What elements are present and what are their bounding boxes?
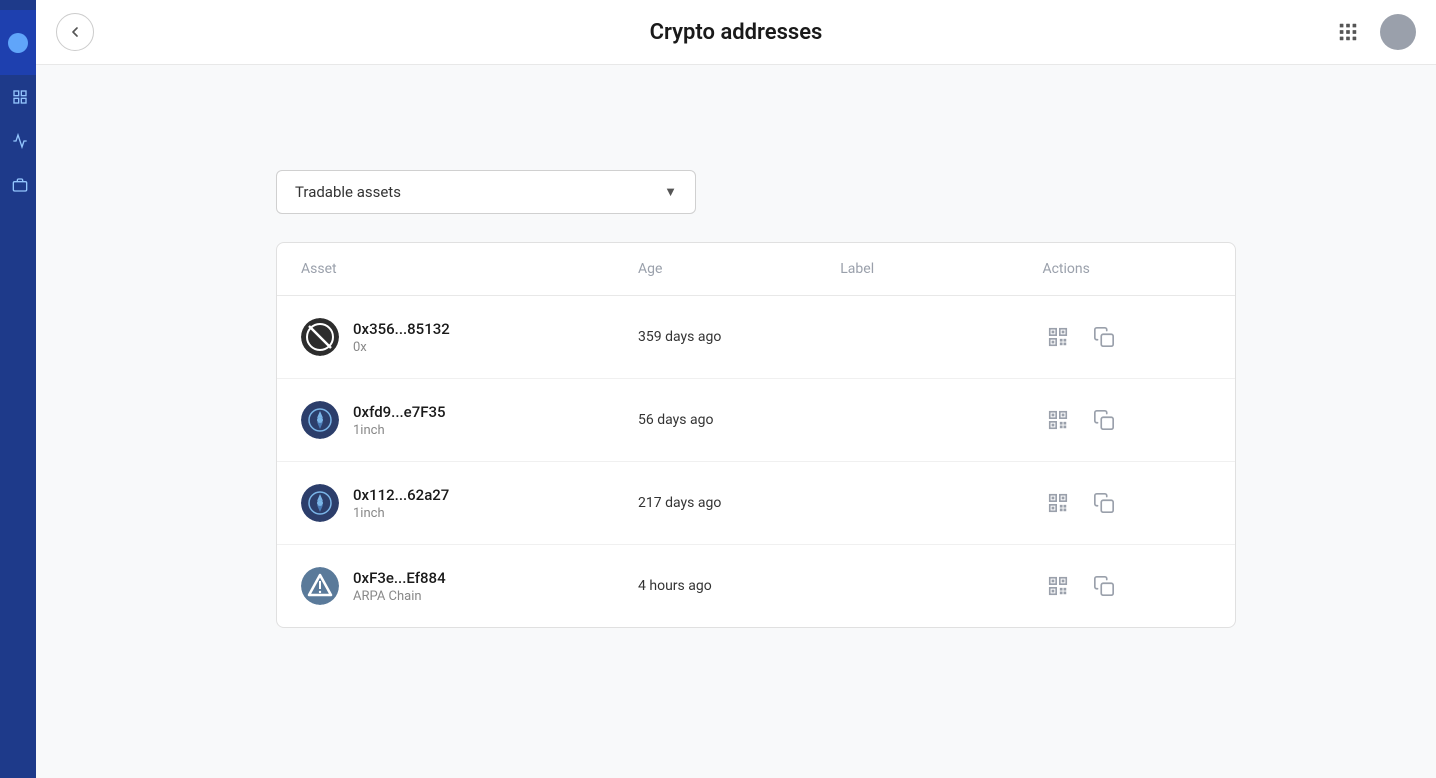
col-header-actions: Actions xyxy=(1042,261,1211,277)
asset-address-2: 0x112...62a27 xyxy=(353,486,449,504)
asset-cell-3: 0xF3e...Ef884 ARPA Chain xyxy=(301,567,638,605)
asset-address-0: 0x356...85132 xyxy=(353,320,450,338)
sidebar xyxy=(0,0,36,778)
sidebar-logo xyxy=(8,33,28,53)
dropdown-label: Tradable assets xyxy=(295,183,401,201)
asset-address-3: 0xF3e...Ef884 xyxy=(353,569,446,587)
age-cell-0: 359 days ago xyxy=(638,329,840,345)
actions-cell-1 xyxy=(1042,404,1211,436)
age-cell-2: 217 days ago xyxy=(638,495,840,511)
asset-icon-0 xyxy=(301,318,339,356)
crypto-addresses-table: Asset Age Label Actions 0x356 xyxy=(276,242,1236,628)
chevron-down-icon: ▼ xyxy=(664,184,677,200)
actions-cell-3 xyxy=(1042,570,1211,602)
copy-button-0[interactable] xyxy=(1088,321,1120,353)
page-title: Crypto addresses xyxy=(650,20,823,45)
sidebar-item-1[interactable] xyxy=(0,75,36,119)
asset-icon-2 xyxy=(301,484,339,522)
asset-ticker-0: 0x xyxy=(353,340,450,355)
tradable-assets-dropdown[interactable]: Tradable assets ▼ xyxy=(276,170,696,214)
table-row: 0x356...85132 0x 359 days ago xyxy=(277,296,1235,379)
sidebar-item-3[interactable] xyxy=(0,163,36,207)
header-right xyxy=(1330,14,1416,50)
main-content: Tradable assets ▼ Asset Age Label Action… xyxy=(36,65,1436,668)
actions-cell-2 xyxy=(1042,487,1211,519)
asset-cell-1: 0xfd9...e7F35 1inch xyxy=(301,401,638,439)
table-row: 0x112...62a27 1inch 217 days ago xyxy=(277,462,1235,545)
table-row: 0xfd9...e7F35 1inch 56 days ago xyxy=(277,379,1235,462)
asset-ticker-3: ARPA Chain xyxy=(353,589,446,604)
asset-ticker-2: 1inch xyxy=(353,506,449,521)
col-header-asset: Asset xyxy=(301,261,638,277)
copy-button-1[interactable] xyxy=(1088,404,1120,436)
copy-button-3[interactable] xyxy=(1088,570,1120,602)
filter-wrapper: Tradable assets ▼ xyxy=(276,170,1236,214)
qr-code-button-1[interactable] xyxy=(1042,404,1074,436)
qr-code-button-0[interactable] xyxy=(1042,321,1074,353)
qr-code-button-2[interactable] xyxy=(1042,487,1074,519)
age-cell-1: 56 days ago xyxy=(638,412,840,428)
qr-code-button-3[interactable] xyxy=(1042,570,1074,602)
age-cell-3: 4 hours ago xyxy=(638,578,840,594)
asset-info-0: 0x356...85132 0x xyxy=(353,320,450,355)
asset-icon-3 xyxy=(301,567,339,605)
content-area: Tradable assets ▼ Asset Age Label Action… xyxy=(36,130,1436,668)
table-header: Asset Age Label Actions xyxy=(277,243,1235,296)
header-left xyxy=(56,13,94,51)
header: Crypto addresses xyxy=(36,0,1436,65)
col-header-label: Label xyxy=(840,261,1042,277)
sidebar-item-2[interactable] xyxy=(0,119,36,163)
asset-info-1: 0xfd9...e7F35 1inch xyxy=(353,403,446,438)
col-header-age: Age xyxy=(638,261,840,277)
asset-cell-0: 0x356...85132 0x xyxy=(301,318,638,356)
asset-info-3: 0xF3e...Ef884 ARPA Chain xyxy=(353,569,446,604)
copy-button-2[interactable] xyxy=(1088,487,1120,519)
asset-ticker-1: 1inch xyxy=(353,423,446,438)
asset-cell-2: 0x112...62a27 1inch xyxy=(301,484,638,522)
grid-icon[interactable] xyxy=(1330,14,1366,50)
back-button[interactable] xyxy=(56,13,94,51)
avatar[interactable] xyxy=(1380,14,1416,50)
actions-cell-0 xyxy=(1042,321,1211,353)
asset-icon-1 xyxy=(301,401,339,439)
asset-info-2: 0x112...62a27 1inch xyxy=(353,486,449,521)
table-row: 0xF3e...Ef884 ARPA Chain 4 hours ago xyxy=(277,545,1235,627)
asset-address-1: 0xfd9...e7F35 xyxy=(353,403,446,421)
